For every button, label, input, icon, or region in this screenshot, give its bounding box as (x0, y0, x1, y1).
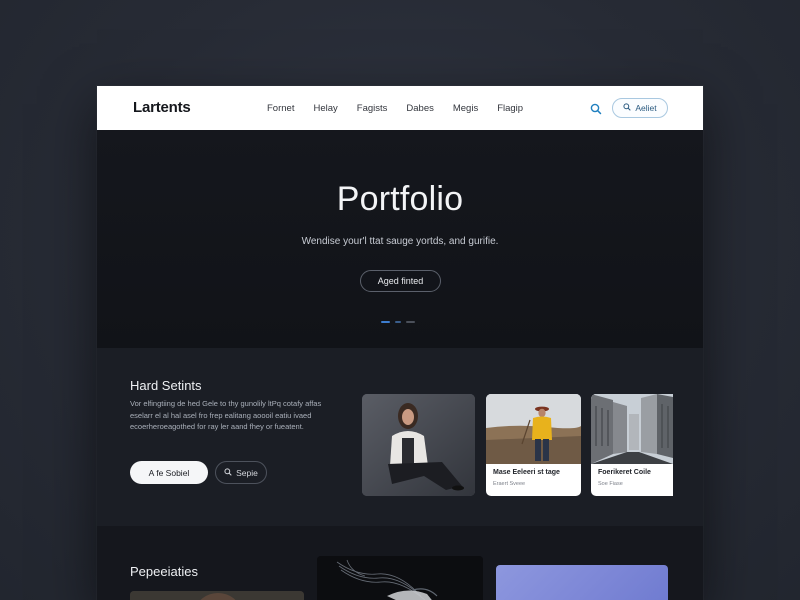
secondary-button[interactable]: Sepie (215, 461, 267, 484)
project-image (130, 591, 304, 600)
carousel-dot-2[interactable] (395, 321, 401, 323)
card-title: Foerikeret Coile (598, 469, 651, 476)
portfolio-card[interactable]: Mase Eeleeri st tage Eraert Sveee (486, 394, 581, 496)
section-title: Pepeeiaties (130, 564, 198, 579)
card-meta: Eraert Sveee (493, 481, 526, 487)
nav-cta-button[interactable]: Aeliet (612, 98, 668, 118)
search-icon (623, 103, 631, 113)
hero-title: Portfolio (336, 180, 464, 218)
nav-link-6[interactable]: Flagip (497, 103, 523, 114)
project-card[interactable] (496, 565, 668, 600)
nav-links: Fornet Helay Fagists Dabes Megis Flagip (267, 86, 542, 130)
landscape-image (486, 394, 581, 464)
hero-cta-button[interactable]: Aged finted (360, 270, 441, 292)
hero-section: Portfolio Wendise your'l ttat sauge yort… (97, 130, 703, 348)
carousel-indicators (381, 321, 415, 323)
projects-section: Pepeeiaties (97, 526, 703, 600)
brand-logo[interactable]: Lartents (133, 99, 191, 116)
card-meta: Soe Fiase (598, 481, 623, 487)
carousel-dot-1[interactable] (381, 321, 390, 323)
nav-link-3[interactable]: Fagists (357, 103, 388, 114)
nav-cta-label: Aeliet (635, 103, 657, 113)
nav-link-4[interactable]: Dabes (406, 103, 433, 114)
carousel-dot-3[interactable] (406, 321, 415, 323)
secondary-button-label: Sepie (236, 467, 258, 478)
primary-button[interactable]: A fe Sobiel (130, 461, 208, 484)
nav-link-5[interactable]: Megis (453, 103, 478, 114)
hero-subtitle: Wendise your'l ttat sauge yortds, and gu… (301, 236, 499, 247)
browser-window: Lartents Fornet Helay Fagists Dabes Megi… (97, 86, 703, 600)
featured-section: Hard Setints Vor elfingtiing de hed Gele… (97, 348, 703, 526)
city-image (591, 394, 673, 464)
top-navbar: Lartents Fornet Helay Fagists Dabes Megi… (97, 86, 703, 130)
portrait-image (362, 394, 475, 496)
project-card[interactable] (317, 556, 483, 600)
nav-link-2[interactable]: Helay (313, 103, 337, 114)
card-title: Mase Eeleeri st tage (493, 469, 560, 476)
nav-link-1[interactable]: Fornet (267, 103, 294, 114)
search-icon (224, 467, 232, 478)
portfolio-card[interactable]: Foerikeret Coile Soe Fiase (591, 394, 673, 496)
portfolio-card[interactable] (362, 394, 475, 496)
project-image (317, 556, 483, 600)
section-description: Vor elfingtiing de hed Gele to thy gunol… (130, 399, 322, 431)
project-card[interactable] (130, 591, 304, 600)
search-icon[interactable] (590, 102, 602, 115)
section-title: Hard Setints (130, 378, 202, 393)
